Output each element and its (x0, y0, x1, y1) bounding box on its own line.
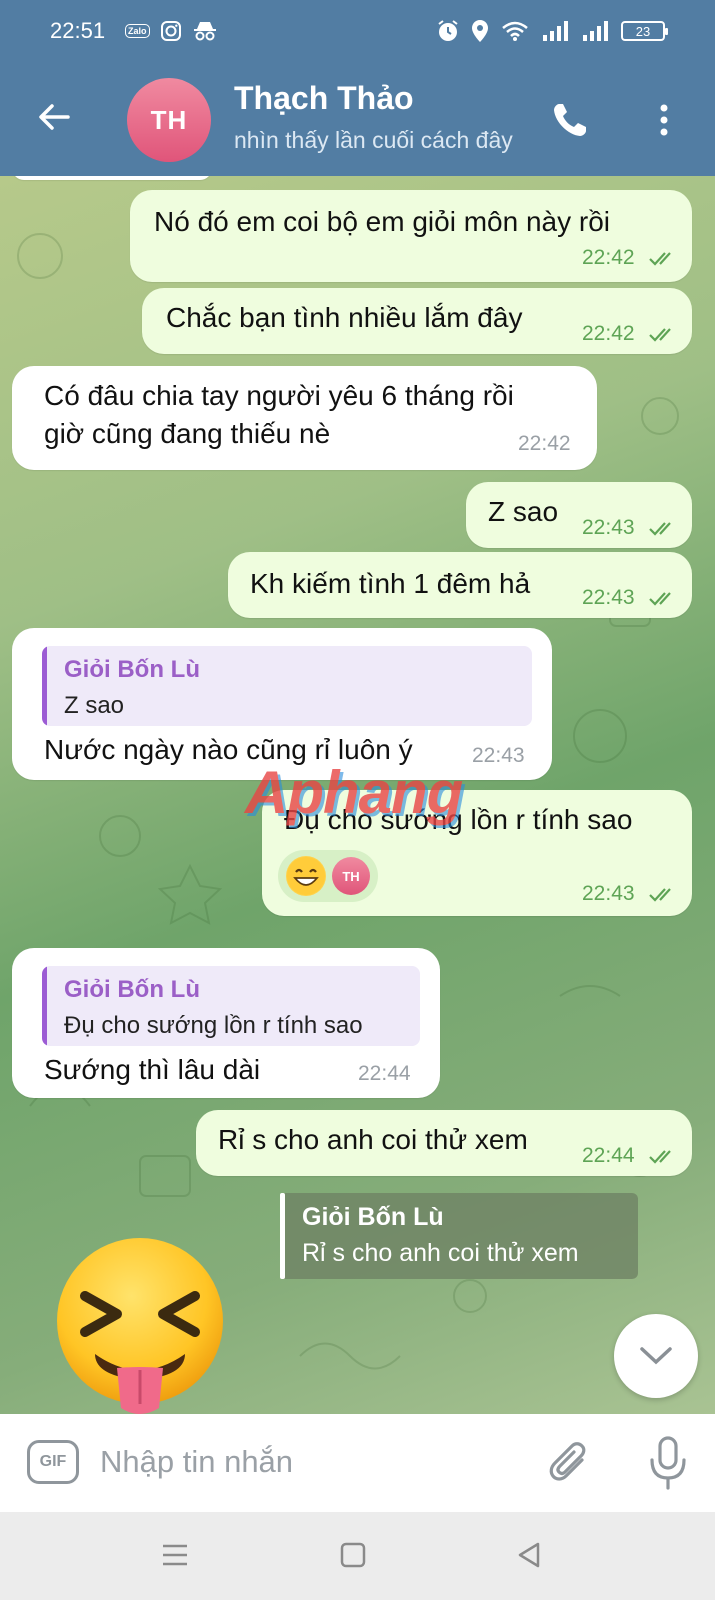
double-check-icon (649, 252, 671, 266)
status-bar: 22:51 Zalo 23 (0, 0, 715, 62)
message-bubble-outgoing[interactable]: Nó đó em coi bộ em giỏi môn này rồi 22:4… (130, 190, 692, 282)
message-bubble-outgoing[interactable]: Chắc bạn tình nhiều lắm đây 22:42 (142, 288, 692, 354)
contact-avatar[interactable]: TH (127, 78, 211, 162)
double-check-icon (649, 592, 671, 606)
menu-nav-icon[interactable] (160, 1540, 190, 1570)
message-input[interactable] (100, 1436, 520, 1488)
incognito-icon (193, 22, 216, 41)
double-check-icon (649, 888, 671, 902)
chevron-down-icon (640, 1347, 672, 1365)
back-nav-icon[interactable] (514, 1540, 544, 1570)
reply-preview[interactable]: Giỏi Bốn Lù Rỉ s cho anh coi thử xem (280, 1193, 638, 1279)
quote-author: Giỏi Bốn Lù (64, 976, 200, 1003)
home-nav-icon[interactable] (338, 1540, 368, 1570)
contact-last-seen: nhìn thấy lần cuối cách đây (234, 127, 513, 153)
status-time: 22:51 (50, 18, 106, 43)
message-text: Sướng thì lâu dài (44, 1054, 261, 1085)
grinning-emoji-icon (286, 856, 326, 896)
reaction-avatar: TH (332, 857, 370, 895)
message-bubble-incoming-reply[interactable]: Giỏi Bốn Lù Đụ cho sướng lồn r tính sao … (12, 948, 440, 1098)
message-time: 22:44 (358, 1062, 411, 1085)
message-bubble-outgoing[interactable]: Z sao 22:43 (466, 482, 692, 548)
battery-icon: 23 (621, 21, 668, 41)
reply-preview-author: Giỏi Bốn Lù (302, 1203, 444, 1231)
message-text: Rỉ s cho anh coi thử xem (218, 1124, 528, 1155)
status-right-icons: 23 (437, 19, 668, 43)
microphone-icon[interactable] (648, 1436, 688, 1490)
double-check-icon (649, 1150, 671, 1164)
message-time: 22:43 (582, 516, 635, 539)
message-text: Chắc bạn tình nhiều lắm đây (166, 302, 523, 333)
double-check-icon (649, 328, 671, 342)
alarm-icon (438, 20, 458, 41)
gif-button[interactable]: GIF (27, 1440, 79, 1484)
zalo-icon: Zalo (125, 24, 150, 38)
message-text-line-2: giờ cũng đang thiếu nè (44, 418, 331, 449)
reply-quote[interactable]: Giỏi Bốn Lù Z sao (42, 646, 532, 726)
more-vert-icon[interactable] (654, 100, 674, 140)
message-time: 22:43 (582, 586, 635, 609)
message-bubble-outgoing[interactable]: Rỉ s cho anh coi thử xem 22:44 (196, 1110, 692, 1176)
message-text: Kh kiếm tình 1 đêm hả (250, 568, 531, 599)
quote-accent-bar (42, 966, 47, 1046)
message-text-line-1: Có đâu chia tay người yêu 6 tháng rồi (44, 380, 514, 411)
quote-accent-bar (42, 646, 47, 726)
message-time: 22:44 (582, 1144, 635, 1167)
phone-icon[interactable] (550, 100, 590, 140)
wifi-icon (502, 21, 528, 41)
chat-area[interactable]: Nó đó em coi bộ em giỏi môn này rồi 22:4… (0, 176, 715, 1414)
quote-text: Z sao (64, 692, 125, 719)
location-icon (472, 20, 488, 42)
tongue-out-emoji-icon[interactable] (55, 1236, 225, 1414)
message-time: 22:43 (582, 882, 635, 905)
message-time: 22:43 (472, 744, 525, 767)
message-composer: GIF (0, 1414, 715, 1512)
double-check-icon (649, 522, 671, 536)
paperclip-icon[interactable] (548, 1440, 592, 1488)
system-navigation-bar (0, 1512, 715, 1600)
message-text: Nó đó em coi bộ em giỏi môn này rồi (154, 206, 610, 237)
message-time: 22:42 (518, 432, 571, 455)
chat-header: 22:51 Zalo 23 TH Thạch Thảo nhìn thấy lầ… (0, 0, 715, 176)
signal-icon-2 (583, 21, 608, 41)
back-arrow-icon[interactable] (34, 97, 74, 137)
quote-author: Giỏi Bốn Lù (64, 656, 200, 683)
watermark-logo: Aphang (245, 759, 463, 826)
message-time: 22:42 (582, 246, 635, 269)
reply-preview-text: Rỉ s cho anh coi thử xem (302, 1239, 579, 1267)
status-left-icons: Zalo (125, 20, 218, 42)
reaction-chip[interactable]: TH (278, 850, 378, 902)
reply-quote[interactable]: Giỏi Bốn Lù Đụ cho sướng lồn r tính sao (42, 966, 420, 1046)
signal-icon (543, 21, 568, 41)
message-bubble-partial (12, 176, 212, 180)
scroll-down-button[interactable] (614, 1314, 698, 1398)
instagram-icon (160, 21, 181, 41)
message-text: Z sao (488, 496, 559, 527)
quote-text: Đụ cho sướng lồn r tính sao (64, 1012, 363, 1039)
message-time: 22:42 (582, 322, 635, 345)
message-bubble-outgoing[interactable]: Kh kiếm tình 1 đêm hả 22:43 (228, 552, 692, 618)
message-bubble-incoming[interactable]: Có đâu chia tay người yêu 6 tháng rồi gi… (12, 366, 597, 470)
contact-name[interactable]: Thạch Thảo (234, 80, 414, 117)
reply-preview-bar (280, 1193, 285, 1279)
